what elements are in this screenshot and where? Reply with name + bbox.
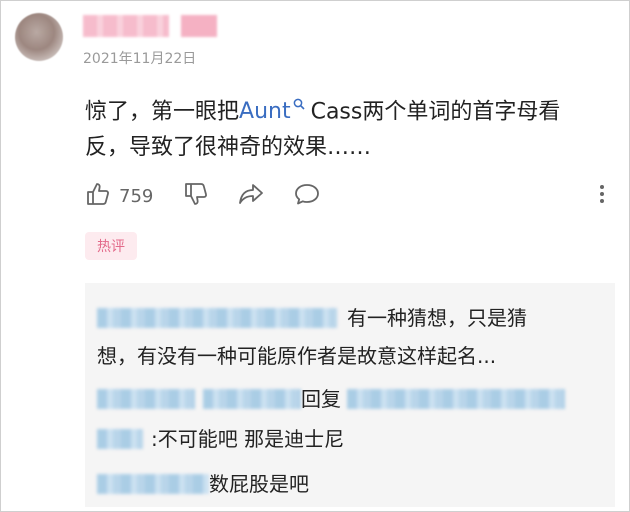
hot-comment-badge: 热评 (85, 232, 137, 260)
reply-text: 有一种猜想，只是猜 (347, 306, 527, 330)
reply-target-blurred[interactable] (347, 389, 565, 409)
replies-panel: 有一种猜想，只是猜 想，有没有一种可能原作者是故意这样起名... 回复 :不可能… (85, 283, 615, 507)
share-button[interactable] (237, 182, 265, 210)
comment-text: 惊了，第一眼把Aunt Cass两个单词的首字母看 反，导致了很神奇的效果…… (85, 89, 615, 166)
comment-card: 2021年11月22日 惊了，第一眼把Aunt Cass两个单词的首字母看 反，… (0, 0, 630, 512)
reply-username-blurred[interactable] (97, 429, 143, 449)
reply-username-blurred[interactable] (97, 474, 209, 494)
avatar[interactable] (15, 13, 63, 61)
reply-username-blurred[interactable] (97, 389, 195, 409)
reply-text: 想，有没有一种可能原作者是故意这样起名... (97, 344, 497, 368)
comment-icon[interactable] (293, 181, 321, 211)
more-vertical-icon[interactable] (597, 181, 607, 211)
search-link-text[interactable]: Aunt (239, 99, 291, 124)
reply-username-blurred[interactable] (203, 389, 301, 409)
reply-to-label: 回复 (301, 387, 341, 411)
dislike-button[interactable] (183, 182, 209, 210)
search-link[interactable]: Aunt (239, 98, 311, 124)
reply-button[interactable] (293, 182, 321, 210)
thumbs-down-icon[interactable] (183, 181, 209, 211)
more-button[interactable] (597, 182, 607, 210)
thumbs-up-icon[interactable] (85, 181, 111, 211)
username-blurred[interactable] (83, 15, 169, 37)
username-badge-blurred (181, 15, 217, 37)
like-count: 759 (119, 185, 154, 207)
comment-text-part: 惊了，第一眼把 (85, 99, 240, 125)
reply-text: 数屁股是吧 (209, 472, 309, 496)
comment-text-part: 反，导致了很神奇的效果…… (85, 135, 372, 161)
search-icon[interactable] (293, 89, 305, 125)
comment-date: 2021年11月22日 (83, 51, 197, 67)
comment-actions: 759 (85, 182, 615, 210)
share-icon[interactable] (237, 181, 265, 211)
comment-text-part: Cass两个单词的首字母看 (310, 99, 561, 125)
like-button[interactable]: 759 (85, 182, 153, 210)
reply-username-blurred[interactable] (97, 308, 337, 328)
reply-text: :不可能吧 那是迪士尼 (151, 427, 345, 451)
